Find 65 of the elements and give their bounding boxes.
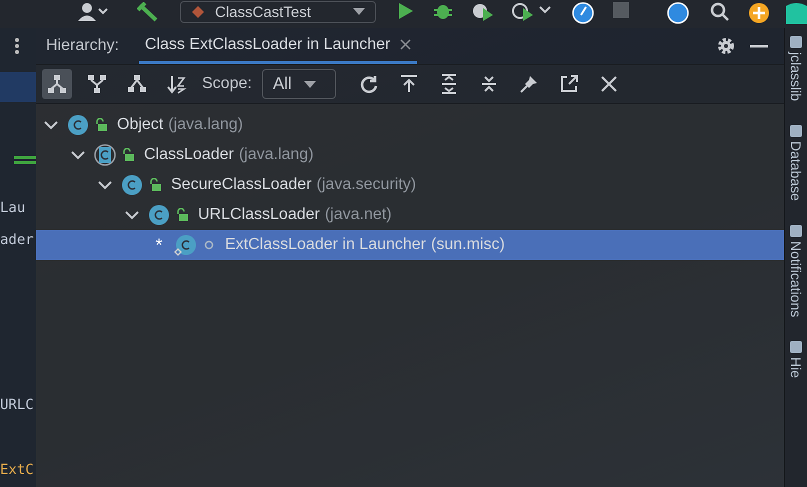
caret-icon bbox=[353, 8, 365, 16]
profiler-icon[interactable] bbox=[512, 2, 552, 22]
subtypes-icon bbox=[47, 74, 67, 94]
current-class-marker: * bbox=[154, 234, 164, 256]
class-hierarchy-icon bbox=[127, 74, 147, 94]
package-name: (java.net) bbox=[324, 206, 392, 224]
chevron-down-icon[interactable] bbox=[71, 150, 85, 160]
class-name: URLClassLoader bbox=[198, 206, 320, 224]
line-highlight bbox=[0, 72, 36, 102]
tool-window-icon bbox=[790, 341, 802, 354]
scope-label: Scope: bbox=[202, 75, 252, 93]
pin-icon bbox=[518, 74, 539, 94]
close-icon[interactable] bbox=[400, 39, 412, 50]
package-name: (java.lang) bbox=[168, 116, 243, 134]
bug-icon[interactable] bbox=[434, 2, 452, 20]
export-icon bbox=[398, 74, 419, 94]
change-marker-icon bbox=[14, 156, 36, 164]
class-name: ExtClassLoader in Launcher bbox=[225, 236, 426, 254]
chevron-down-icon[interactable] bbox=[44, 120, 58, 130]
coverage-icon[interactable] bbox=[472, 2, 494, 22]
tree-row[interactable]: URLClassLoader (java.net) bbox=[36, 200, 784, 230]
refresh-icon bbox=[358, 74, 379, 94]
open-icon bbox=[558, 74, 579, 94]
panel-title: Hierarchy: bbox=[46, 37, 119, 55]
tree-row[interactable]: * ExtClassLoader in Launcher (sun.misc) bbox=[36, 230, 784, 260]
code-text: ader bbox=[0, 232, 34, 248]
code-text: URLC bbox=[0, 397, 34, 413]
tool-window-tab[interactable]: Hie bbox=[785, 341, 807, 378]
class-name: ClassLoader bbox=[144, 146, 234, 164]
tool-window-tab[interactable]: Database bbox=[785, 125, 807, 201]
code-text: Lau bbox=[0, 200, 26, 216]
package-name: (java.security) bbox=[316, 176, 416, 194]
sort-icon bbox=[167, 74, 187, 94]
caret-icon bbox=[304, 80, 316, 88]
chevron-down-icon[interactable] bbox=[98, 180, 112, 190]
subtypes-button[interactable] bbox=[42, 69, 72, 99]
tree-row[interactable]: SecureClassLoader (java.security) bbox=[36, 170, 784, 200]
minimize-icon[interactable] bbox=[750, 44, 768, 48]
class-name: Object bbox=[117, 116, 164, 134]
package-name: (java.lang) bbox=[238, 146, 314, 164]
close-icon bbox=[598, 74, 619, 94]
settings-icon[interactable] bbox=[716, 36, 736, 56]
tool-window-icon bbox=[790, 224, 802, 237]
tool-window-tab[interactable]: Notifications bbox=[785, 224, 807, 318]
user-icon[interactable] bbox=[78, 2, 108, 22]
class-name: SecureClassLoader bbox=[171, 176, 312, 194]
chevron-down-icon[interactable] bbox=[125, 210, 139, 220]
tree-row[interactable]: ClassLoader (java.lang) bbox=[36, 140, 784, 170]
tool-window-icon bbox=[790, 36, 802, 48]
supertypes-icon bbox=[87, 74, 107, 94]
tree-row[interactable]: Object (java.lang) bbox=[36, 110, 784, 140]
package-name: (sun.misc) bbox=[431, 236, 505, 254]
tool-window-tab[interactable]: jclasslib bbox=[785, 36, 807, 102]
hammer-icon[interactable] bbox=[137, 2, 159, 22]
tool-window-icon bbox=[790, 125, 802, 138]
run-icon[interactable] bbox=[398, 2, 414, 20]
run-configuration-dropdown[interactable]: ClassCastTest bbox=[180, 1, 376, 23]
java-icon bbox=[191, 5, 205, 19]
scope-dropdown[interactable]: All bbox=[262, 69, 336, 99]
more-options-icon[interactable] bbox=[15, 38, 19, 54]
search-icon[interactable] bbox=[710, 2, 730, 22]
app-icon[interactable] bbox=[786, 2, 807, 24]
update-icon[interactable] bbox=[748, 2, 770, 24]
compass-icon[interactable] bbox=[572, 2, 594, 24]
code-text: ExtC bbox=[0, 462, 34, 478]
